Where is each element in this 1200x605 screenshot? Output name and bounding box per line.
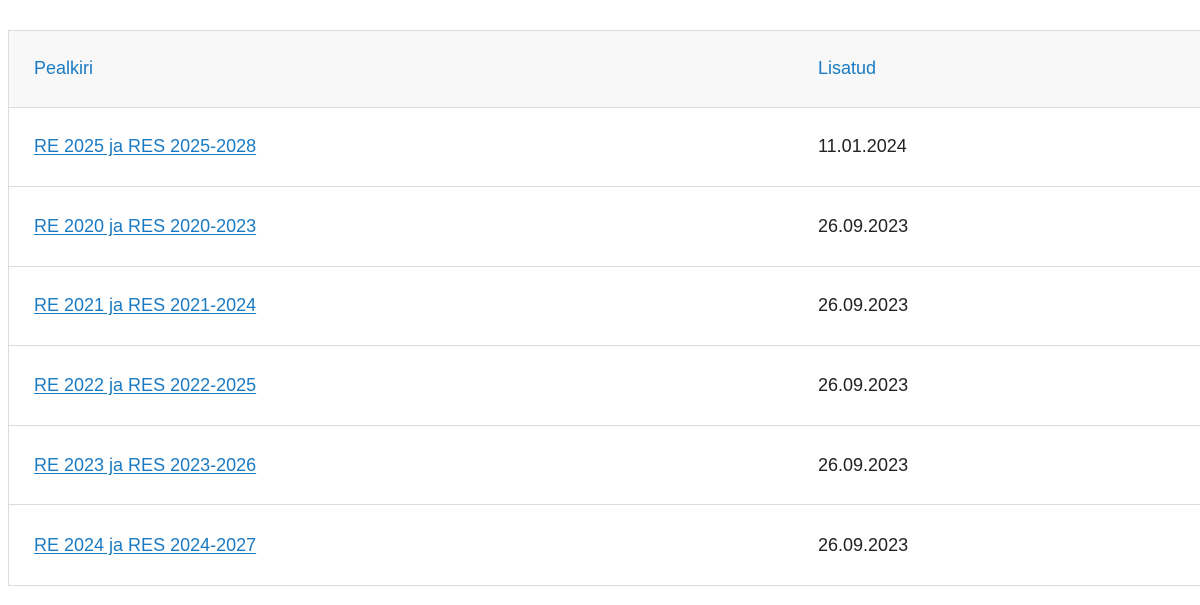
row-date-cell: 26.09.2023 xyxy=(818,375,909,396)
document-link[interactable]: RE 2025 ja RES 2025-2028 xyxy=(34,136,256,156)
row-date-cell: 26.09.2023 xyxy=(818,295,909,316)
row-date-cell: 26.09.2023 xyxy=(818,215,909,236)
document-link[interactable]: RE 2023 ja RES 2023-2026 xyxy=(34,455,256,475)
row-date-cell: 26.09.2023 xyxy=(818,454,909,475)
document-link[interactable]: RE 2024 ja RES 2024-2027 xyxy=(34,535,256,555)
row-date-cell: 26.09.2023 xyxy=(818,534,909,555)
table-row: RE 2021 ja RES 2021-2024 26.09.2023 xyxy=(9,266,1200,346)
document-link[interactable]: RE 2022 ja RES 2022-2025 xyxy=(34,375,256,395)
table-row: RE 2025 ja RES 2025-2028 11.01.2024 xyxy=(9,107,1200,187)
row-title-cell: RE 2023 ja RES 2023-2026 xyxy=(9,425,793,505)
table-row: RE 2022 ja RES 2022-2025 26.09.2023 xyxy=(9,345,1200,426)
documents-table-grid: Pealkiri Lisatud RE 2025 ja RES 2025-202… xyxy=(9,31,1200,585)
row-date-cell: 11.01.2024 xyxy=(818,136,907,157)
column-header-date[interactable]: Lisatud xyxy=(793,31,1200,107)
table-header: Pealkiri Lisatud xyxy=(9,31,1200,107)
document-link[interactable]: RE 2020 ja RES 2020-2023 xyxy=(34,216,256,236)
table-header-row: Pealkiri Lisatud xyxy=(9,31,1200,107)
row-title-cell: RE 2025 ja RES 2025-2028 xyxy=(9,107,793,187)
document-link[interactable]: RE 2021 ja RES 2021-2024 xyxy=(34,295,256,315)
table-row: RE 2023 ja RES 2023-2026 26.09.2023 xyxy=(9,425,1200,505)
table-row: RE 2024 ja RES 2024-2027 26.09.2023 xyxy=(9,504,1200,585)
row-title-cell: RE 2022 ja RES 2022-2025 xyxy=(9,346,793,426)
row-title-cell: RE 2021 ja RES 2021-2024 xyxy=(9,266,793,346)
table-row: RE 2020 ja RES 2020-2023 26.09.2023 xyxy=(9,186,1200,267)
column-header-title[interactable]: Pealkiri xyxy=(9,31,793,107)
documents-table: Pealkiri Lisatud RE 2025 ja RES 2025-202… xyxy=(8,30,1200,586)
row-title-cell: RE 2020 ja RES 2020-2023 xyxy=(9,187,793,267)
row-title-cell: RE 2024 ja RES 2024-2027 xyxy=(9,505,793,585)
table-body: RE 2025 ja RES 2025-2028 11.01.2024 RE 2… xyxy=(9,107,1200,585)
